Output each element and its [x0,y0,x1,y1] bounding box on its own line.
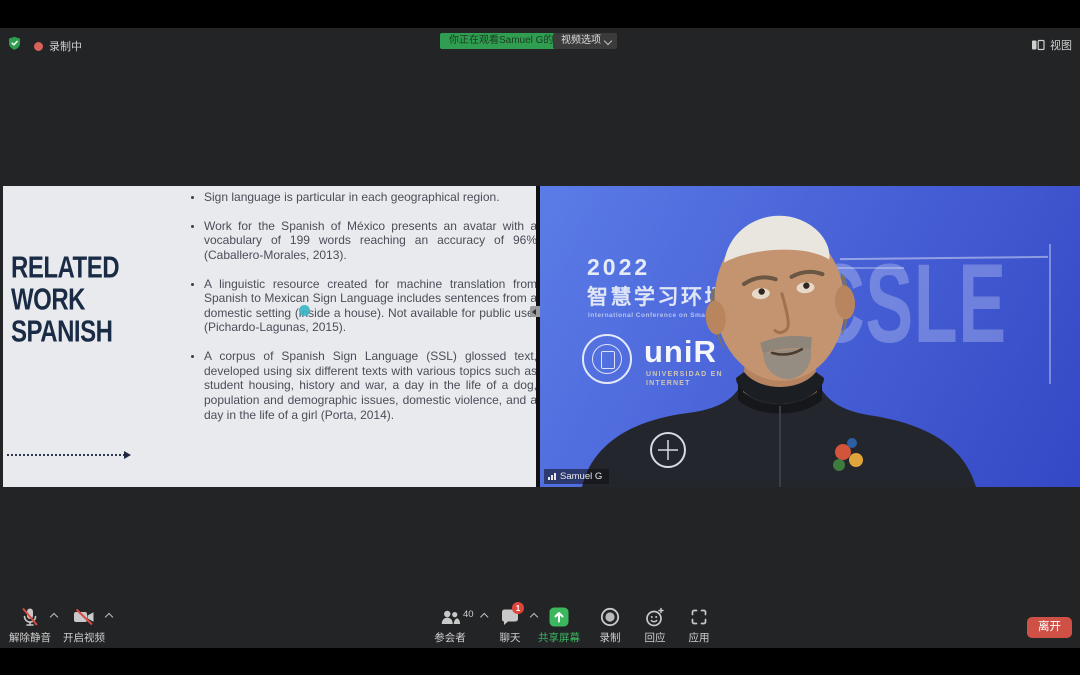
view-button[interactable]: 视图 [1031,37,1072,53]
slide-title: RELATED WORK SPANISH [11,252,191,348]
participant-video: CSLE 2022 智慧学习环境国际 International Confere… [540,186,1080,487]
chat-caret[interactable] [530,613,538,621]
slide-title-line1: RELATED WORK [11,252,191,316]
share-screen-button[interactable]: 共享屏幕 [538,606,580,645]
unmute-button[interactable]: 解除静音 [9,606,51,645]
camera-off-icon [72,606,96,628]
slide-bullet: Work for the Spanish of México presents … [204,219,536,263]
participant-nametag: Samuel G [544,469,609,484]
apps-button[interactable]: 应用 [688,606,710,645]
participants-caret[interactable] [480,613,488,621]
presenter-figure [540,186,1080,487]
reactions-icon [644,606,666,628]
leave-button[interactable]: 离开 [1027,617,1072,638]
participants-label: 参会者 [434,630,466,645]
mic-options-caret[interactable] [50,613,58,621]
video-options-caret[interactable] [105,613,113,621]
presenter-cursor-dot [299,305,310,316]
video-options-dropdown[interactable]: 视频选项 [553,33,617,49]
share-screen-label: 共享屏幕 [538,630,580,645]
mic-muted-icon [19,606,41,628]
start-video-button[interactable]: 开启视频 [63,606,105,645]
participant-name: Samuel G [560,471,602,482]
apps-icon [688,606,710,628]
chat-label: 聊天 [500,630,521,645]
view-label: 视图 [1050,37,1072,53]
meeting-toolbar: 解除静音 开启视频 40 参会者 [0,606,1080,648]
recording-dot-icon [34,42,43,51]
signal-bars-icon [548,473,556,480]
slide-dotted-arrow [7,454,125,456]
record-button[interactable]: 录制 [599,606,621,645]
view-grid-icon [1031,39,1045,51]
record-icon [599,606,621,628]
share-screen-icon [548,606,570,628]
chevron-down-icon [604,37,612,45]
slide-title-line2: SPANISH [11,316,191,348]
security-shield-icon[interactable] [8,36,21,51]
chat-button[interactable]: 1 聊天 [499,606,521,645]
reactions-button[interactable]: 回应 [644,606,666,645]
slide-bullet: A linguistic resource created for machin… [204,277,536,336]
slide-bullet: Sign language is particular in each geog… [204,190,536,205]
slide-bullet-list: Sign language is particular in each geog… [189,190,536,436]
apps-label: 应用 [689,630,710,645]
record-label: 录制 [600,630,621,645]
participants-button[interactable]: 40 参会者 [434,606,466,645]
recording-indicator: 录制中 [34,38,82,54]
chat-unread-badge: 1 [512,602,524,614]
unmute-label: 解除静音 [9,630,51,645]
participants-count: 40 [463,609,474,620]
start-video-label: 开启视频 [63,630,105,645]
shared-screen-slide: RELATED WORK SPANISH Sign language is pa… [3,186,536,487]
letterbox-top [0,0,1080,28]
reactions-label: 回应 [645,630,666,645]
letterbox-bottom [0,648,1080,675]
participants-icon [439,606,461,628]
recording-label: 录制中 [49,38,82,54]
video-options-label: 视频选项 [561,35,601,46]
slide-bullet: A corpus of Spanish Sign Language (SSL) … [204,349,536,422]
